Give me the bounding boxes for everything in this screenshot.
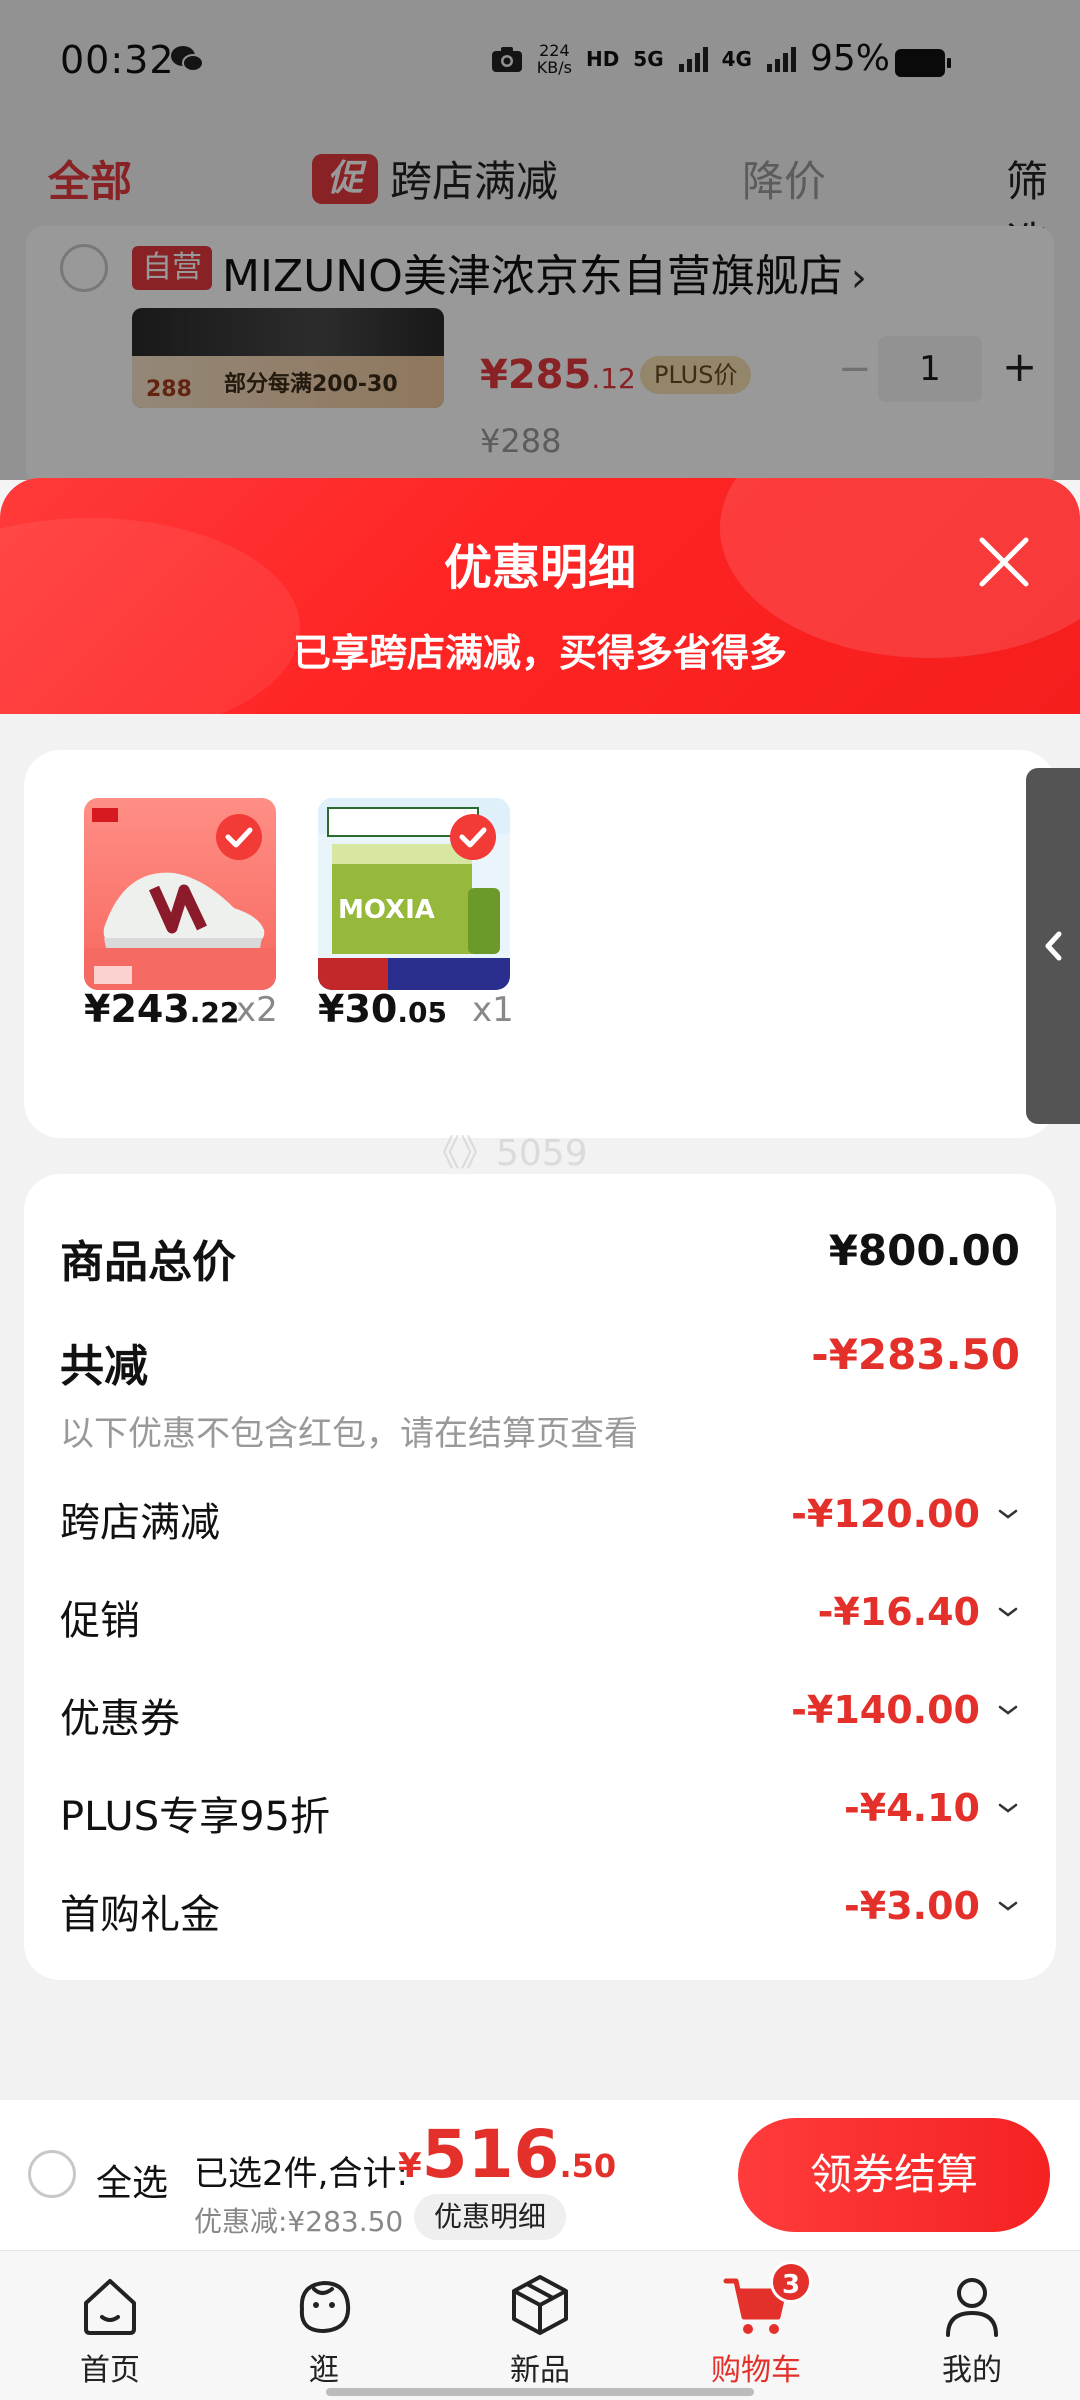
discount-item-label: 促销 <box>60 1598 140 1644</box>
discount-item-label: 优惠券 <box>60 1696 180 1742</box>
total-int: 516 <box>421 2116 560 2193</box>
goods-qty: x1 <box>472 990 514 1030</box>
reduce-label: 共减 <box>60 1341 148 1392</box>
bottom-tab-bar: 首页 逛 新品 3 购物车 我的 <box>0 2250 1080 2400</box>
tab-new-products[interactable]: 新品 <box>470 2269 610 2389</box>
goods-price-dec: .22 <box>189 996 240 1029</box>
close-icon[interactable] <box>974 532 1034 592</box>
discount-item-value: -¥3.00 <box>844 1884 980 1928</box>
discount-item-value: -¥16.40 <box>817 1590 980 1634</box>
discount-item-promotion[interactable]: 促销 -¥16.40 <box>60 1588 1020 1646</box>
reduce-row: 共减 -¥283.50 <box>60 1330 1020 1394</box>
tab-label: 购物车 <box>711 2353 801 2388</box>
chevron-down-icon <box>998 1509 1018 1519</box>
modal-overlay[interactable] <box>0 0 1080 480</box>
checked-icon <box>450 814 496 860</box>
goods-item[interactable]: MOXIA <box>318 798 510 990</box>
checkout-button[interactable]: 领券结算 <box>738 2118 1050 2232</box>
tab-cart[interactable]: 3 购物车 <box>686 2261 826 2389</box>
discount-item-plus[interactable]: PLUS专享95折 -¥4.10 <box>60 1784 1020 1842</box>
total-row: 商品总价 ¥800.00 <box>60 1226 1020 1290</box>
discount-sheet-body: ¥243.22 x2 MOXIA ¥30.05 x1 《》5059 商品总价 ¥… <box>0 714 1080 2100</box>
discount-detail-button[interactable]: 优惠明细 <box>414 2194 567 2240</box>
chevron-down-icon <box>998 1705 1018 1715</box>
tab-label: 首页 <box>80 2353 140 2388</box>
chevron-left-icon <box>1045 931 1062 961</box>
tab-label: 我的 <box>942 2353 1002 2388</box>
tab-profile[interactable]: 我的 <box>902 2269 1042 2389</box>
discount-item-value: -¥4.10 <box>844 1786 980 1830</box>
total-amount: ¥516.50 <box>398 2116 616 2193</box>
tab-home[interactable]: 首页 <box>40 2269 180 2389</box>
tab-label: 新品 <box>510 2353 570 2388</box>
total-label: 商品总价 <box>60 1237 236 1288</box>
discount-item-coupon[interactable]: 优惠券 -¥140.00 <box>60 1686 1020 1744</box>
sheet-subtitle: 已享跨店满减，买得多省得多 <box>292 631 787 675</box>
discount-note: 以下优惠不包含红包，请在结算页查看 <box>60 1414 638 1454</box>
discount-item-first-purchase[interactable]: 首购礼金 -¥3.00 <box>60 1882 1020 1940</box>
checkout-bar: 全选 已选2件,合计: ¥516.50 优惠减:¥283.50 优惠明细 领券结… <box>0 2100 1080 2250</box>
chevron-down-icon <box>998 1803 1018 1813</box>
sneaker-image <box>84 798 276 990</box>
new-products-icon <box>512 2275 568 2335</box>
discount-amount: 优惠减:¥283.50 <box>194 2205 404 2238</box>
profile-icon <box>946 2278 998 2337</box>
select-all-label[interactable]: 全选 <box>96 2154 168 2206</box>
total-currency: ¥ <box>398 2146 422 2186</box>
sheet-title: 优惠明细 <box>443 540 636 596</box>
discount-item-value: -¥120.00 <box>791 1492 980 1536</box>
total-dec: .50 <box>559 2147 617 2185</box>
discount-sheet-header: 优惠明细 已享跨店满减，买得多省得多 <box>0 478 1080 714</box>
discount-item-label: 跨店满减 <box>60 1500 220 1546</box>
goods-item[interactable] <box>84 798 276 990</box>
home-icon <box>84 2279 136 2335</box>
watermark: 《》5059 <box>424 1133 588 1174</box>
chevron-down-icon <box>998 1901 1018 1911</box>
discount-item-value: -¥140.00 <box>791 1688 980 1732</box>
goods-qty: x2 <box>236 990 278 1030</box>
side-expand-handle[interactable] <box>1026 768 1080 1124</box>
goods-price-int: ¥243 <box>84 987 190 1031</box>
price-summary-card: 商品总价 ¥800.00 共减 -¥283.50 以下优惠不包含红包，请在结算页… <box>24 1174 1056 1980</box>
checked-icon <box>216 814 262 860</box>
discount-item-label: 首购礼金 <box>60 1892 220 1938</box>
discount-item-cross-store[interactable]: 跨店满减 -¥120.00 <box>60 1490 1020 1548</box>
reduce-value: -¥283.50 <box>811 1330 1020 1379</box>
select-all-radio[interactable] <box>28 2150 76 2198</box>
tab-explore[interactable]: 逛 <box>254 2269 394 2389</box>
goods-price: ¥30.05 <box>318 987 447 1031</box>
goods-price: ¥243.22 <box>84 987 239 1031</box>
chevron-down-icon <box>998 1607 1018 1617</box>
goods-price-dec: .05 <box>397 996 447 1029</box>
selected-goods-card: ¥243.22 x2 MOXIA ¥30.05 x1 <box>24 750 1056 1138</box>
selected-count-text: 已选2件,合计: <box>194 2154 408 2194</box>
svg-text:MOXIA: MOXIA <box>338 895 435 925</box>
discount-item-label: PLUS专享95折 <box>60 1794 330 1840</box>
drink-box-image: MOXIA <box>318 798 510 990</box>
total-value: ¥800.00 <box>828 1226 1020 1275</box>
cart-count-badge: 3 <box>770 2261 812 2303</box>
explore-icon <box>299 2280 351 2334</box>
goods-price-int: ¥30 <box>318 987 398 1031</box>
home-indicator[interactable] <box>326 2388 754 2396</box>
tab-label: 逛 <box>309 2353 339 2388</box>
